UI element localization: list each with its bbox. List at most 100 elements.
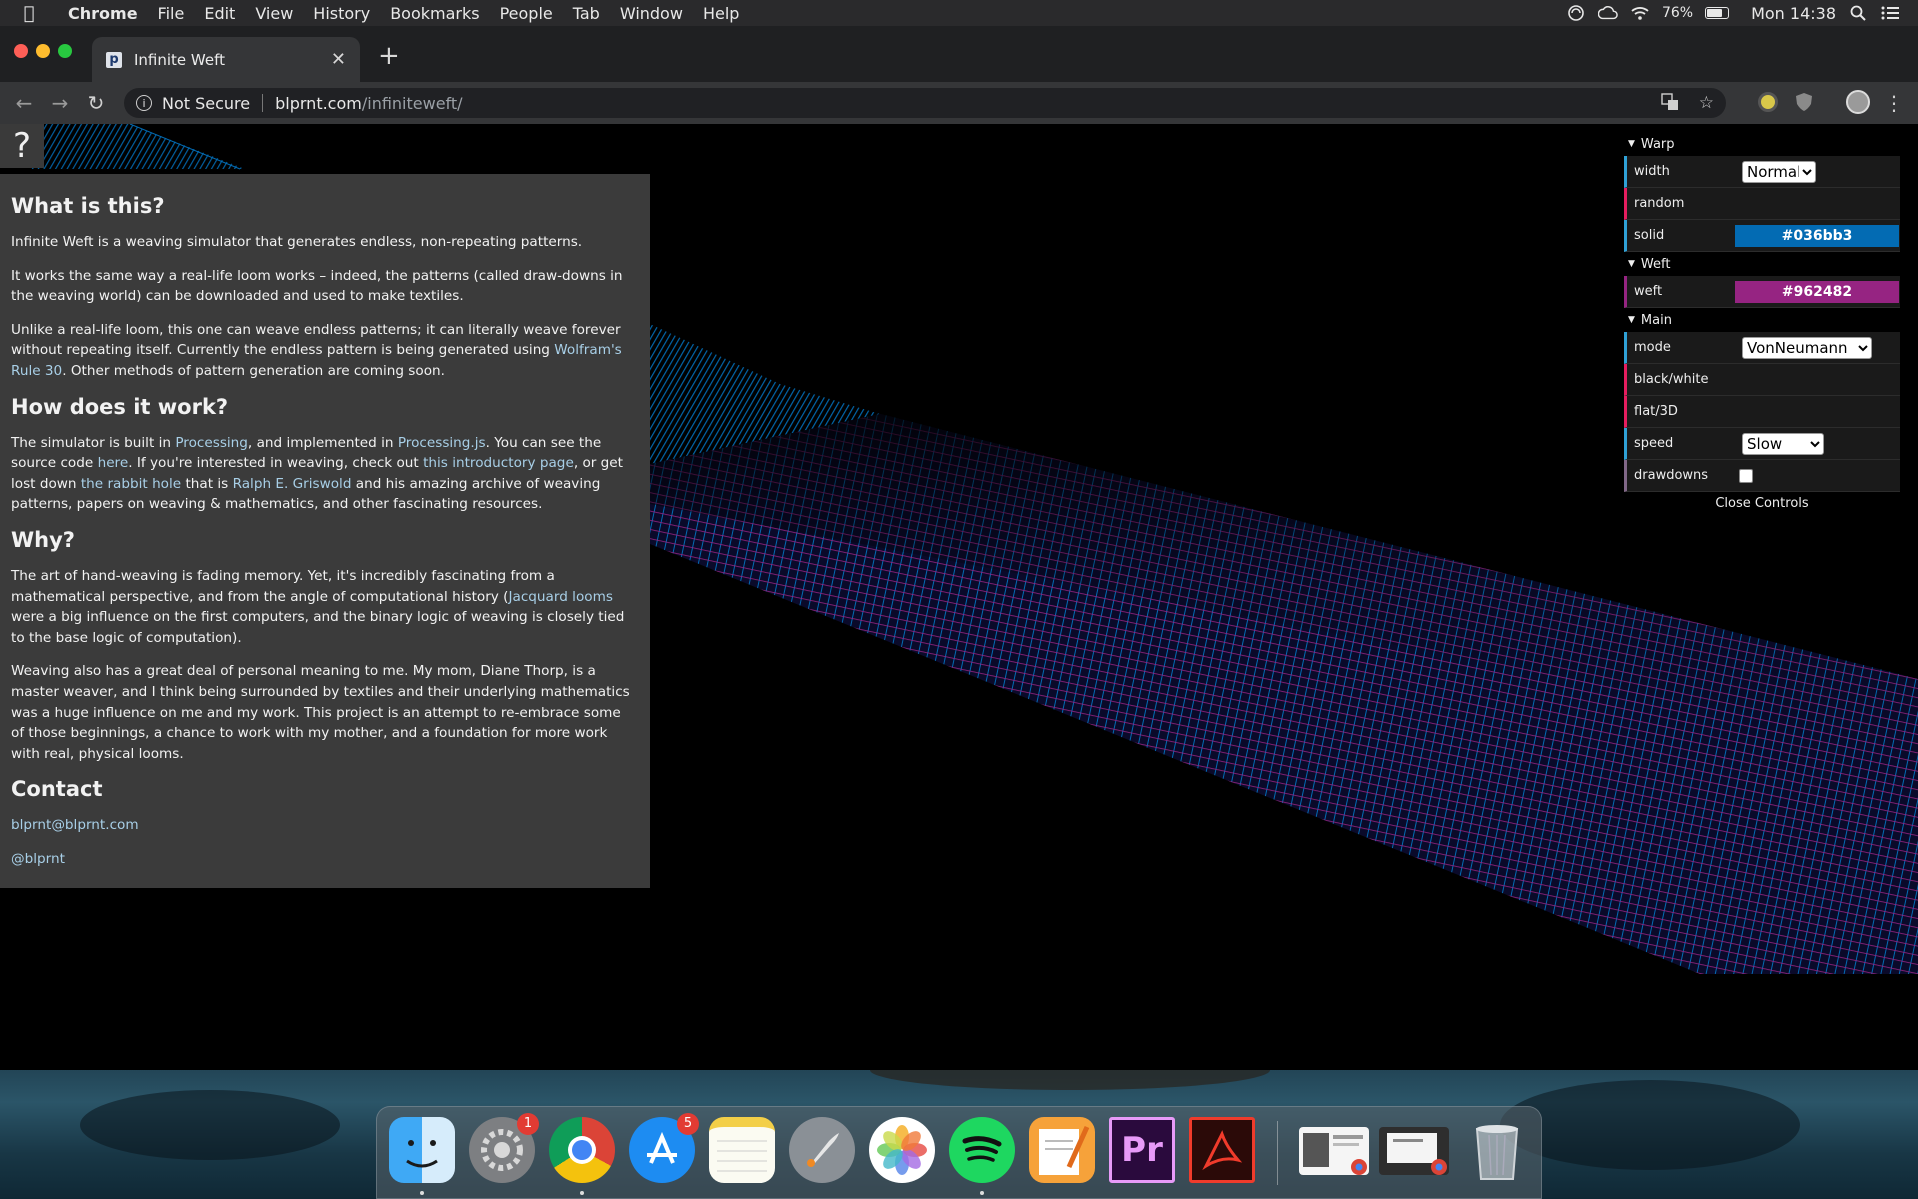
link-jacquard-looms[interactable]: Jacquard looms <box>508 589 612 605</box>
forward-button[interactable]: → <box>42 91 78 115</box>
battery-percent: 76% <box>1661 5 1694 21</box>
url-host: blprnt.com <box>275 93 362 113</box>
link-processing[interactable]: Processing <box>175 435 248 451</box>
notes-icon[interactable] <box>709 1117 775 1183</box>
app-store-icon[interactable]: 5 <box>629 1113 699 1183</box>
link-intro-page[interactable]: this introductory page <box>423 455 574 471</box>
chrome-window-thumbnail-2[interactable] <box>1379 1127 1449 1175</box>
control-label-mode: mode <box>1634 340 1671 355</box>
control-label-solid: solid <box>1634 228 1665 243</box>
what-paragraph-2: It works the same way a real-life loom w… <box>11 267 623 305</box>
reload-button[interactable]: ↻ <box>78 91 114 115</box>
dock-running-dot <box>580 1191 584 1195</box>
heading-how: How does it work? <box>11 394 229 419</box>
acrobat-icon[interactable] <box>1189 1117 1255 1183</box>
menu-help[interactable]: Help <box>693 4 749 23</box>
maximize-window-button[interactable] <box>58 44 72 58</box>
link-rabbit-hole[interactable]: the rabbit hole <box>81 476 181 492</box>
solid-color-swatch[interactable]: #036bb3 <box>1735 225 1899 247</box>
menu-people[interactable]: People <box>490 4 563 23</box>
link-source-code[interactable]: here <box>98 455 129 471</box>
speed-select[interactable]: Slow <box>1742 432 1824 455</box>
wifi-icon[interactable] <box>1630 5 1650 21</box>
menu-edit[interactable]: Edit <box>194 4 245 23</box>
folder-warp[interactable]: ▼ Warp <box>1624 132 1900 156</box>
heading-why: Why? <box>11 527 75 552</box>
premiere-icon[interactable]: Pr <box>1109 1117 1175 1183</box>
trash-icon[interactable] <box>1467 1117 1533 1183</box>
pages-icon[interactable] <box>1029 1117 1095 1183</box>
info-panel: What is this? Infinite Weft is a weaving… <box>0 174 650 888</box>
control-label-speed: speed <box>1634 436 1674 451</box>
link-twitter[interactable]: @blprnt <box>11 851 65 867</box>
apple-icon[interactable]:  <box>0 3 58 24</box>
what-paragraph-1: Infinite Weft is a weaving simulator tha… <box>11 234 583 250</box>
bookmark-star-icon[interactable]: ☆ <box>1699 93 1714 116</box>
menu-bookmarks[interactable]: Bookmarks <box>380 4 489 23</box>
profile-avatar[interactable] <box>1846 90 1870 114</box>
address-bar[interactable]: i Not Secure blprnt.com/infiniteweft/ ☆ <box>124 88 1726 118</box>
control-black-white[interactable]: black/white <box>1624 364 1900 396</box>
controls-panel: ▼ Warp width Normal random solid #036bb3 … <box>1624 132 1900 516</box>
folder-weft[interactable]: ▼ Weft <box>1624 252 1900 276</box>
browser-toolbar: ← → ↻ i Not Secure blprnt.com/infinitewe… <box>0 82 1918 124</box>
menubar:  Chrome File Edit View History Bookmark… <box>0 0 1918 26</box>
security-label[interactable]: Not Secure <box>162 94 250 113</box>
info-icon[interactable]: i <box>136 95 152 111</box>
close-window-button[interactable] <box>14 44 28 58</box>
notification-center-icon[interactable] <box>1880 5 1900 21</box>
help-button[interactable]: ? <box>0 124 44 168</box>
clock[interactable]: Mon 14:38 <box>1751 4 1836 23</box>
battery-icon[interactable] <box>1705 7 1730 19</box>
tab-infinite-weft[interactable]: p Infinite Weft ✕ <box>92 37 360 82</box>
new-tab-button[interactable]: + <box>378 41 400 71</box>
close-controls-button[interactable]: Close Controls <box>1624 492 1900 516</box>
spotlight-icon[interactable] <box>1848 5 1868 21</box>
chrome-menu-icon[interactable]: ⋮ <box>1876 91 1912 115</box>
extension-bulb-icon[interactable] <box>1758 92 1778 112</box>
how-paragraph: The simulator is built in Processing, an… <box>11 434 624 513</box>
menu-app[interactable]: Chrome <box>58 4 148 23</box>
menu-tab[interactable]: Tab <box>563 4 610 23</box>
creative-cloud-icon[interactable] <box>1597 5 1618 21</box>
link-griswold[interactable]: Ralph E. Griswold <box>233 476 352 492</box>
control-weft: weft #962482 <box>1624 276 1900 308</box>
weft-color-swatch[interactable]: #962482 <box>1735 281 1899 303</box>
menu-history[interactable]: History <box>303 4 380 23</box>
heading-contact: Contact <box>11 777 103 802</box>
chrome-icon[interactable] <box>549 1117 615 1183</box>
folder-main[interactable]: ▼ Main <box>1624 308 1900 332</box>
control-label-black-white: black/white <box>1634 372 1709 387</box>
tab-title: Infinite Weft <box>134 50 226 69</box>
menu-file[interactable]: File <box>148 4 195 23</box>
dock-divider <box>1277 1121 1278 1185</box>
link-email[interactable]: blprnt@blprnt.com <box>11 817 139 833</box>
menu-window[interactable]: Window <box>610 4 693 23</box>
why-paragraph-2: Weaving also has a great deal of persona… <box>11 663 630 762</box>
back-button[interactable]: ← <box>6 91 42 115</box>
menu-view[interactable]: View <box>245 4 303 23</box>
control-label-flat-3d: flat/3D <box>1634 404 1678 419</box>
translate-icon[interactable] <box>1661 93 1679 116</box>
width-select[interactable]: Normal <box>1742 160 1816 183</box>
control-solid: solid #036bb3 <box>1624 220 1900 252</box>
system-preferences-icon[interactable]: 1 <box>469 1113 539 1183</box>
page-canvas[interactable]: ? What is this? Infinite Weft is a weavi… <box>0 124 1918 1070</box>
minimize-window-button[interactable] <box>36 44 50 58</box>
chrome-window-thumbnail[interactable] <box>1299 1127 1369 1175</box>
spotify-icon[interactable] <box>949 1117 1015 1183</box>
control-label-drawdowns: drawdowns <box>1634 468 1709 483</box>
sync-icon[interactable] <box>1566 5 1586 21</box>
favicon-icon: p <box>106 51 122 68</box>
control-random[interactable]: random <box>1624 188 1900 220</box>
link-processing-js[interactable]: Processing.js <box>398 435 486 451</box>
photos-icon[interactable] <box>869 1117 935 1183</box>
control-flat-3d[interactable]: flat/3D <box>1624 396 1900 428</box>
mode-select[interactable]: VonNeumann <box>1742 336 1872 359</box>
folder-open-icon: ▼ <box>1628 259 1635 269</box>
tab-close-icon[interactable]: ✕ <box>331 49 346 70</box>
extension-shield-icon[interactable] <box>1794 92 1814 112</box>
launchpad-icon[interactable] <box>789 1117 855 1183</box>
drawdowns-checkbox[interactable] <box>1739 468 1753 483</box>
finder-icon[interactable] <box>389 1117 455 1183</box>
